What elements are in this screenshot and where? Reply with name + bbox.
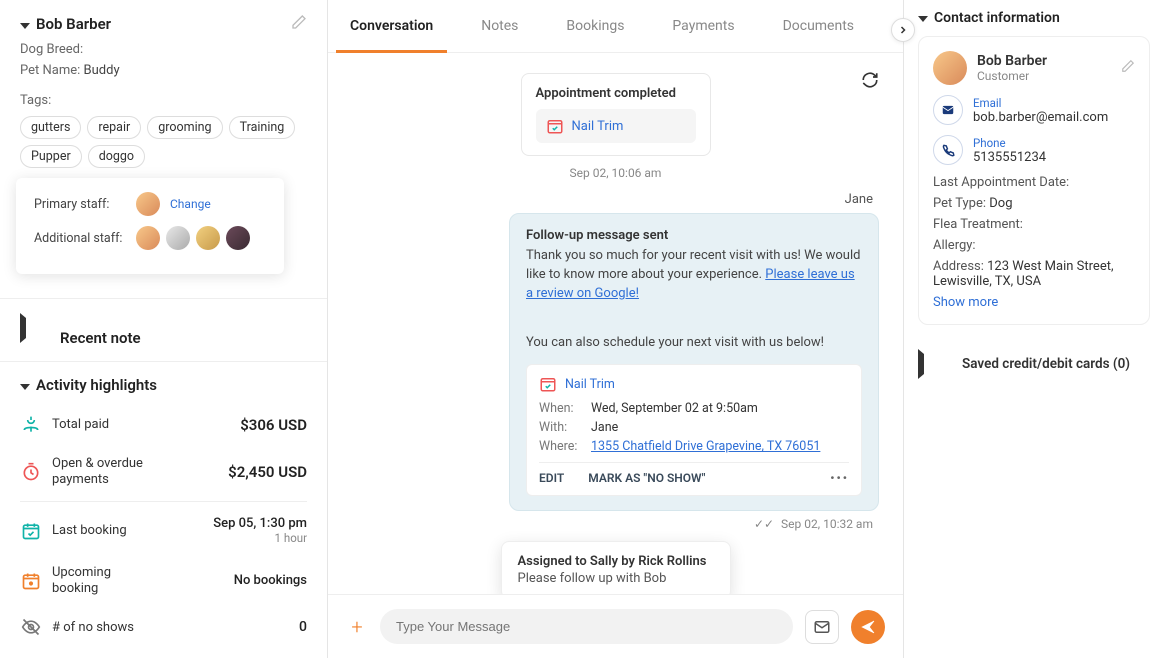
schedule-card: Nail Trim When: Wed, September 02 at 9:50… (526, 364, 862, 496)
pet-type-value: Dog (989, 196, 1012, 211)
sched-with-value: Jane (591, 420, 618, 435)
calendar-check-icon (20, 520, 42, 542)
tag[interactable]: gutters (20, 116, 81, 139)
send-button[interactable] (851, 610, 885, 644)
sched-apt-name[interactable]: Nail Trim (565, 377, 615, 392)
phone-label: Phone (973, 136, 1046, 150)
sched-with-label: With: (539, 420, 585, 435)
sched-when-value: Wed, September 02 at 9:50am (591, 401, 758, 416)
email-label: Email (973, 96, 1108, 110)
avatar (933, 51, 967, 85)
dog-breed-label: Dog Breed: (20, 42, 83, 57)
saved-cards-toggle[interactable]: Saved credit/debit cards (0) (918, 339, 1150, 379)
flea-label: Flea Treatment: (933, 217, 1023, 232)
activity-heading[interactable]: Activity highlights (36, 376, 157, 394)
sched-where-link[interactable]: 1355 Chatfield Drive Grapevine, TX 76051 (591, 439, 820, 454)
appointment-pill[interactable]: Nail Trim (536, 109, 696, 143)
email-value: bob.barber@email.com (973, 110, 1108, 125)
tag[interactable]: Training (229, 116, 296, 139)
recent-note-heading[interactable]: Recent note (60, 329, 141, 347)
followup-body-2: You can also schedule your next visit wi… (526, 334, 862, 353)
last-booking-value: Sep 05, 1:30 pm (213, 516, 307, 531)
sched-when-label: When: (539, 401, 585, 416)
money-icon (20, 414, 42, 436)
calendar-icon (20, 570, 42, 592)
info-role: Customer (977, 69, 1111, 83)
edit-button[interactable]: EDIT (539, 471, 564, 485)
open-payments-value: $2,450 USD (228, 463, 307, 481)
avatar[interactable] (166, 226, 190, 250)
eye-off-icon (20, 616, 42, 638)
address-label: Address: (933, 259, 984, 274)
info-name: Bob Barber (977, 53, 1111, 69)
last-apt-label: Last Appointment Date: (933, 175, 1069, 190)
primary-staff-label: Primary staff: (34, 197, 126, 212)
avatar[interactable] (226, 226, 250, 250)
assignment-note: Please follow up with Bob (518, 571, 714, 586)
tab-conversation[interactable]: Conversation (336, 0, 447, 52)
sender-name: Jane (358, 192, 873, 207)
more-icon[interactable]: ••• (830, 471, 849, 485)
mark-noshow-button[interactable]: MARK AS "NO SHOW" (588, 471, 705, 485)
total-paid-label: Total paid (52, 417, 109, 433)
appointment-name: Nail Trim (572, 119, 624, 134)
phone-icon (933, 135, 963, 165)
tabs-next-button[interactable] (891, 18, 915, 42)
contact-name: Bob Barber (36, 15, 111, 33)
tag[interactable]: Pupper (20, 145, 82, 168)
clock-icon (20, 461, 42, 483)
noshow-label: # of no shows (52, 620, 134, 636)
additional-staff-label: Additional staff: (34, 231, 126, 246)
tab-notes[interactable]: Notes (467, 0, 532, 52)
avatar (136, 192, 160, 216)
edit-contact-icon[interactable] (291, 14, 307, 34)
edit-info-icon[interactable] (1121, 59, 1135, 77)
email-button[interactable] (805, 610, 839, 644)
pet-name-value: Buddy (84, 63, 120, 78)
avatar[interactable] (196, 226, 220, 250)
delivered-timestamp: Sep 02, 10:32 am (781, 517, 873, 531)
appointment-completed-title: Appointment completed (536, 86, 696, 101)
followup-title: Follow-up message sent (526, 228, 862, 243)
phone-value: 5135551234 (973, 150, 1046, 165)
assignment-title: Assigned to Sally by Rick Rollins (518, 554, 714, 569)
show-more-link[interactable]: Show more (933, 295, 1135, 310)
tag[interactable]: repair (87, 116, 141, 139)
message-input[interactable] (380, 609, 793, 644)
upcoming-booking-value: No bookings (234, 573, 307, 588)
last-booking-label: Last booking (52, 523, 127, 539)
open-payments-label: Open & overdue payments (52, 456, 162, 487)
delivered-checks-icon: ✓✓ (754, 517, 774, 531)
pet-type-label: Pet Type: (933, 196, 986, 211)
timestamp: Sep 02, 10:06 am (352, 166, 879, 180)
last-booking-duration: 1 hour (213, 531, 307, 545)
tab-bookings[interactable]: Bookings (552, 0, 638, 52)
allergy-label: Allergy: (933, 238, 976, 253)
tab-payments[interactable]: Payments (658, 0, 748, 52)
contact-info-heading[interactable]: Contact information (934, 10, 1060, 26)
upcoming-booking-label: Upcoming booking (52, 565, 132, 596)
noshow-value: 0 (299, 619, 307, 635)
saved-cards-label: Saved credit/debit cards (0) (962, 356, 1130, 372)
add-attachment-button[interactable]: + (346, 616, 368, 638)
total-paid-value: $306 USD (240, 416, 307, 434)
tags-label: Tags: (20, 88, 51, 108)
sched-where-label: Where: (539, 439, 585, 454)
tag[interactable]: doggo (88, 145, 145, 168)
avatar[interactable] (136, 226, 160, 250)
tag[interactable]: grooming (147, 116, 222, 139)
refresh-icon[interactable] (857, 67, 883, 93)
assignment-card: Assigned to Sally by Rick Rollins Please… (501, 541, 731, 594)
message-bubble: Follow-up message sent Thank you so much… (509, 213, 879, 511)
pet-name-label: Pet Name: (20, 63, 80, 78)
tab-documents[interactable]: Documents (769, 0, 868, 52)
email-icon (933, 95, 963, 125)
change-staff-link[interactable]: Change (170, 197, 211, 211)
